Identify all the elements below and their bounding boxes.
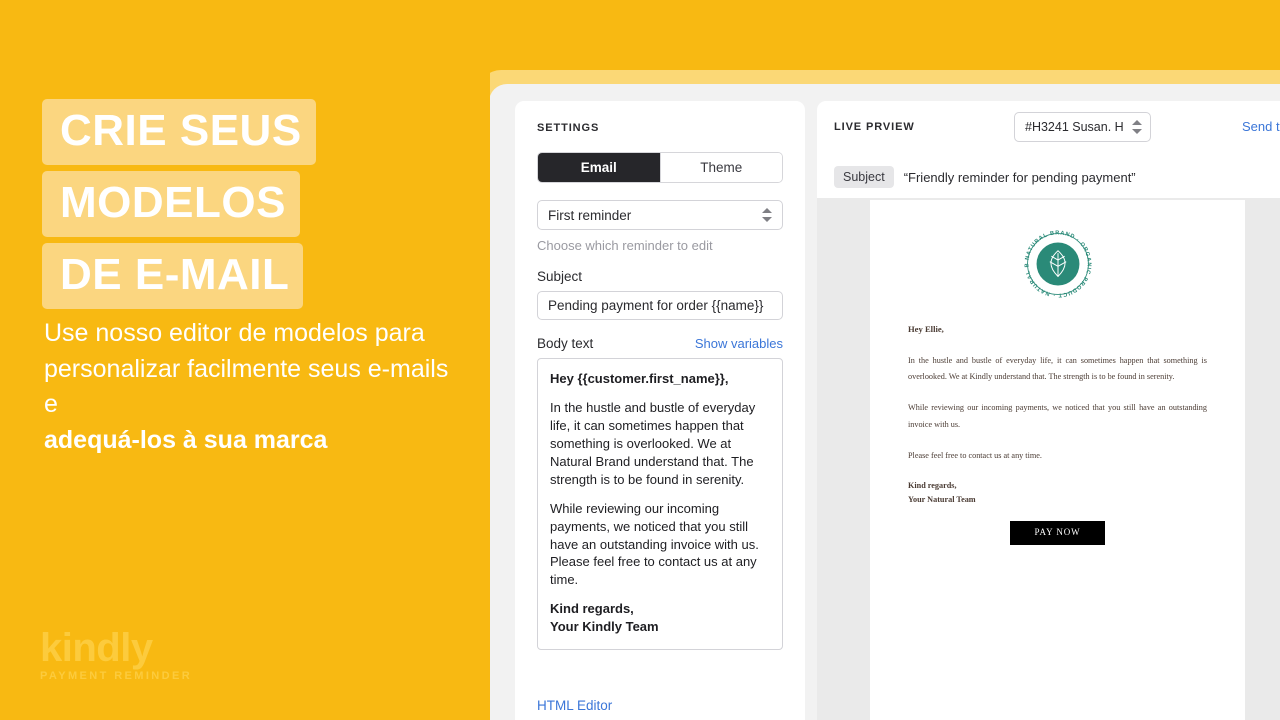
reminder-select[interactable]: First reminder <box>537 200 783 230</box>
live-preview-panel: LIVE PRVIEW #H3241 Susan. H Send te Subj… <box>817 101 1280 720</box>
show-variables-link[interactable]: Show variables <box>695 336 783 351</box>
email-signoff-line-1: Kind regards, <box>908 480 957 490</box>
pay-now-button[interactable]: PAY NOW <box>1010 520 1105 545</box>
send-test-link[interactable]: Send te <box>1242 119 1280 134</box>
reminder-select-value: First reminder <box>548 207 632 223</box>
subject-input[interactable]: Pending payment for order {{name}} <box>537 291 783 320</box>
settings-panel-title: SETTINGS <box>537 122 600 134</box>
email-signoff-line-2: Your Natural Team <box>908 494 976 504</box>
preview-subject-value: “Friendly reminder for pending payment” <box>903 169 1136 185</box>
subject-label: Subject <box>537 269 583 284</box>
tab-theme[interactable]: Theme <box>659 153 782 182</box>
body-paragraph-1: In the hustle and bustle of everyday lif… <box>550 399 756 487</box>
preview-subject-row: Subject “Friendly reminder for pending p… <box>834 166 1136 188</box>
promo-headline: CRIE SEUS MODELOS DE E-MAIL <box>42 99 316 315</box>
settings-panel: SETTINGS Email Theme First reminder Choo… <box>515 101 805 720</box>
tab-email[interactable]: Email <box>538 153 660 182</box>
email-paragraph-3: Please feel free to contact us at any ti… <box>908 450 1042 460</box>
body-text-editor[interactable]: Hey {{customer.first_name}}, In the hust… <box>537 358 783 651</box>
body-greeting: Hey {{customer.first_name}}, <box>550 371 729 386</box>
kindly-logo-wordmark: kindly <box>40 626 153 670</box>
email-paragraph-2: While reviewing our incoming payments, w… <box>908 403 1207 430</box>
reminder-select-helper: Choose which reminder to edit <box>537 238 713 253</box>
kindly-logo: kindly PAYMENT REMINDER <box>40 628 192 682</box>
settings-tabs: Email Theme <box>537 152 783 183</box>
headline-line-1: CRIE SEUS <box>42 99 316 165</box>
email-body: Hey Ellie, In the hustle and bustle of e… <box>870 303 1245 545</box>
body-text-header: Body text Show variables <box>537 336 783 351</box>
body-signoff-line-1: Kind regards, <box>550 601 634 617</box>
body-signoff: Kind regards, Your Kindly Team <box>550 600 770 636</box>
html-editor-link[interactable]: HTML Editor <box>537 698 612 713</box>
promo-subheading-normal: Use nosso editor de modelos para persona… <box>44 319 449 418</box>
customer-select-value: #H3241 Susan. H <box>1025 120 1124 134</box>
chevron-updown-icon <box>761 207 772 223</box>
subject-chip: Subject <box>834 166 894 188</box>
headline-line-3: DE E-MAIL <box>42 243 304 309</box>
headline-line-2: MODELOS <box>42 171 300 237</box>
preview-canvas-background: NATURAL BRAND · ORGANIC PRODUCT · NATURA… <box>817 198 1280 720</box>
promo-panel: CRIE SEUS MODELOS DE E-MAIL Use nosso ed… <box>0 0 490 720</box>
body-paragraph-2: While reviewing our incoming payments, w… <box>550 500 759 588</box>
natural-brand-logo: NATURAL BRAND · ORGANIC PRODUCT · NATURA… <box>1016 221 1097 303</box>
promo-subheading-bold: adequá-los à sua marca <box>44 425 328 454</box>
email-paragraph-1: In the hustle and bustle of everyday lif… <box>908 355 1207 382</box>
customer-select[interactable]: #H3241 Susan. H <box>1014 112 1151 142</box>
chevron-updown-icon <box>1131 119 1142 135</box>
email-signoff: Kind regards, Your Natural Team <box>908 479 1207 507</box>
preview-header: LIVE PRVIEW #H3241 Susan. H Send te Subj… <box>817 101 1280 194</box>
email-greeting: Hey Ellie, <box>908 324 944 334</box>
body-text-label: Body text <box>537 336 594 351</box>
promo-subheading: Use nosso editor de modelos para persona… <box>44 316 464 458</box>
email-preview-canvas: NATURAL BRAND · ORGANIC PRODUCT · NATURA… <box>870 200 1245 720</box>
kindly-logo-tagline: PAYMENT REMINDER <box>40 670 193 682</box>
body-signoff-line-2: Your Kindly Team <box>550 619 659 635</box>
